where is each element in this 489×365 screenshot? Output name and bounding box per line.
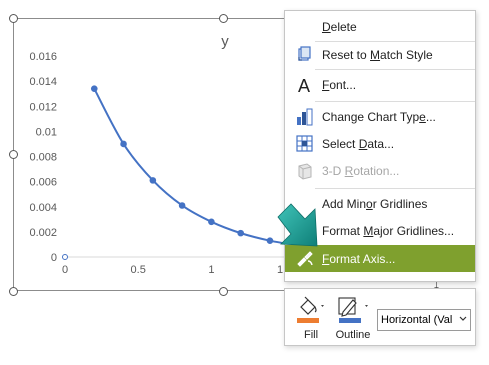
resize-handle-top-left[interactable] xyxy=(9,14,18,23)
reset-style-icon xyxy=(296,46,314,64)
y-tick-label: 0.002 xyxy=(29,227,57,239)
chart-element-select[interactable]: Horizontal (Val xyxy=(377,309,471,331)
menu-item-format-axis[interactable]: Format Axis... xyxy=(285,245,475,272)
outline-label: Outline xyxy=(335,329,371,341)
resize-handle-top-middle[interactable] xyxy=(219,14,228,23)
rotation-3d-icon xyxy=(296,162,314,180)
chart-title[interactable]: y xyxy=(221,33,229,50)
y-tick-label: 0.014 xyxy=(29,76,57,88)
data-point[interactable] xyxy=(266,237,274,244)
data-point[interactable] xyxy=(237,229,244,237)
fill-button[interactable]: Fill xyxy=(293,293,329,345)
chevron-down-icon xyxy=(459,316,467,321)
resize-handle-middle-left[interactable] xyxy=(9,150,18,159)
menu-item-3d-rotation[interactable]: 3-D Rotation... xyxy=(285,158,475,184)
select-data-icon xyxy=(296,135,314,153)
menu-item-label: Delete xyxy=(322,20,357,34)
series-line[interactable] xyxy=(93,88,300,247)
context-menu: Delete Reset to Match Style A Font... Ch… xyxy=(284,10,476,282)
data-point[interactable] xyxy=(120,140,127,148)
data-point[interactable] xyxy=(208,218,215,226)
menu-item-font[interactable]: A Font... xyxy=(285,72,475,98)
chart-type-icon xyxy=(296,108,314,126)
menu-item-reset-to-match-style[interactable]: Reset to Match Style xyxy=(285,42,475,68)
x-tick-label: 1 xyxy=(208,264,214,276)
menu-separator xyxy=(315,188,475,189)
data-point[interactable] xyxy=(149,177,157,184)
outline-button[interactable]: Outline xyxy=(331,293,375,345)
data-point[interactable] xyxy=(178,202,186,209)
y-tick-label: 0.006 xyxy=(29,177,57,189)
fill-label: Fill xyxy=(303,329,319,341)
paint-bucket-icon xyxy=(297,296,324,323)
resize-handle-bottom-middle[interactable] xyxy=(219,287,228,296)
data-point[interactable] xyxy=(90,85,98,92)
menu-item-label: Format Axis... xyxy=(322,251,396,266)
chart-element-select-value: Horizontal (Val xyxy=(381,314,453,326)
menu-item-label: 3-D Rotation... xyxy=(322,164,400,178)
menu-item-label: Reset to Match Style xyxy=(322,48,433,62)
y-tick-label: 0 xyxy=(51,252,57,264)
menu-item-label: Font... xyxy=(322,78,357,92)
svg-text:A: A xyxy=(298,76,310,94)
y-tick-label: 0.008 xyxy=(29,152,57,164)
menu-item-change-chart-type[interactable]: Change Chart Type... xyxy=(285,104,475,130)
y-tick-label: 0.012 xyxy=(29,101,57,113)
menu-item-add-minor-gridlines[interactable]: Add Minor Gridlines xyxy=(285,191,475,217)
menu-item-select-data[interactable]: Select Data... xyxy=(285,131,475,157)
y-tick-label: 0.016 xyxy=(29,51,57,63)
x-tick-label: 0.5 xyxy=(131,264,146,276)
x-tick-label: 0 xyxy=(62,264,68,276)
menu-item-label: Format Major Gridlines... xyxy=(322,224,455,238)
y-axis[interactable]: 0 0.002 0.004 0.006 0.008 0.01 0.012 0.014 0.016 xyxy=(29,51,57,264)
y-tick-label: 0.01 xyxy=(36,126,57,138)
outline-pen-icon xyxy=(338,297,368,323)
resize-handle-bottom-left[interactable] xyxy=(9,287,18,296)
menu-separator xyxy=(315,69,475,70)
menu-item-format-major-gridlines[interactable]: Format Major Gridlines... xyxy=(285,218,475,244)
format-axis-icon xyxy=(296,249,314,267)
y-tick-label: 0.004 xyxy=(29,202,57,214)
menu-item-delete[interactable]: Delete xyxy=(285,14,475,40)
menu-item-label: Select Data... xyxy=(322,137,395,151)
mini-toolbar: Fill Outline Horizontal (Val xyxy=(284,288,476,346)
axis-selection-handle xyxy=(62,254,68,260)
menu-item-label: Add Minor Gridlines xyxy=(322,197,428,211)
menu-item-label: Change Chart Type... xyxy=(322,110,436,124)
font-icon: A xyxy=(296,76,314,96)
menu-separator xyxy=(315,101,475,102)
data-series[interactable] xyxy=(90,85,303,249)
